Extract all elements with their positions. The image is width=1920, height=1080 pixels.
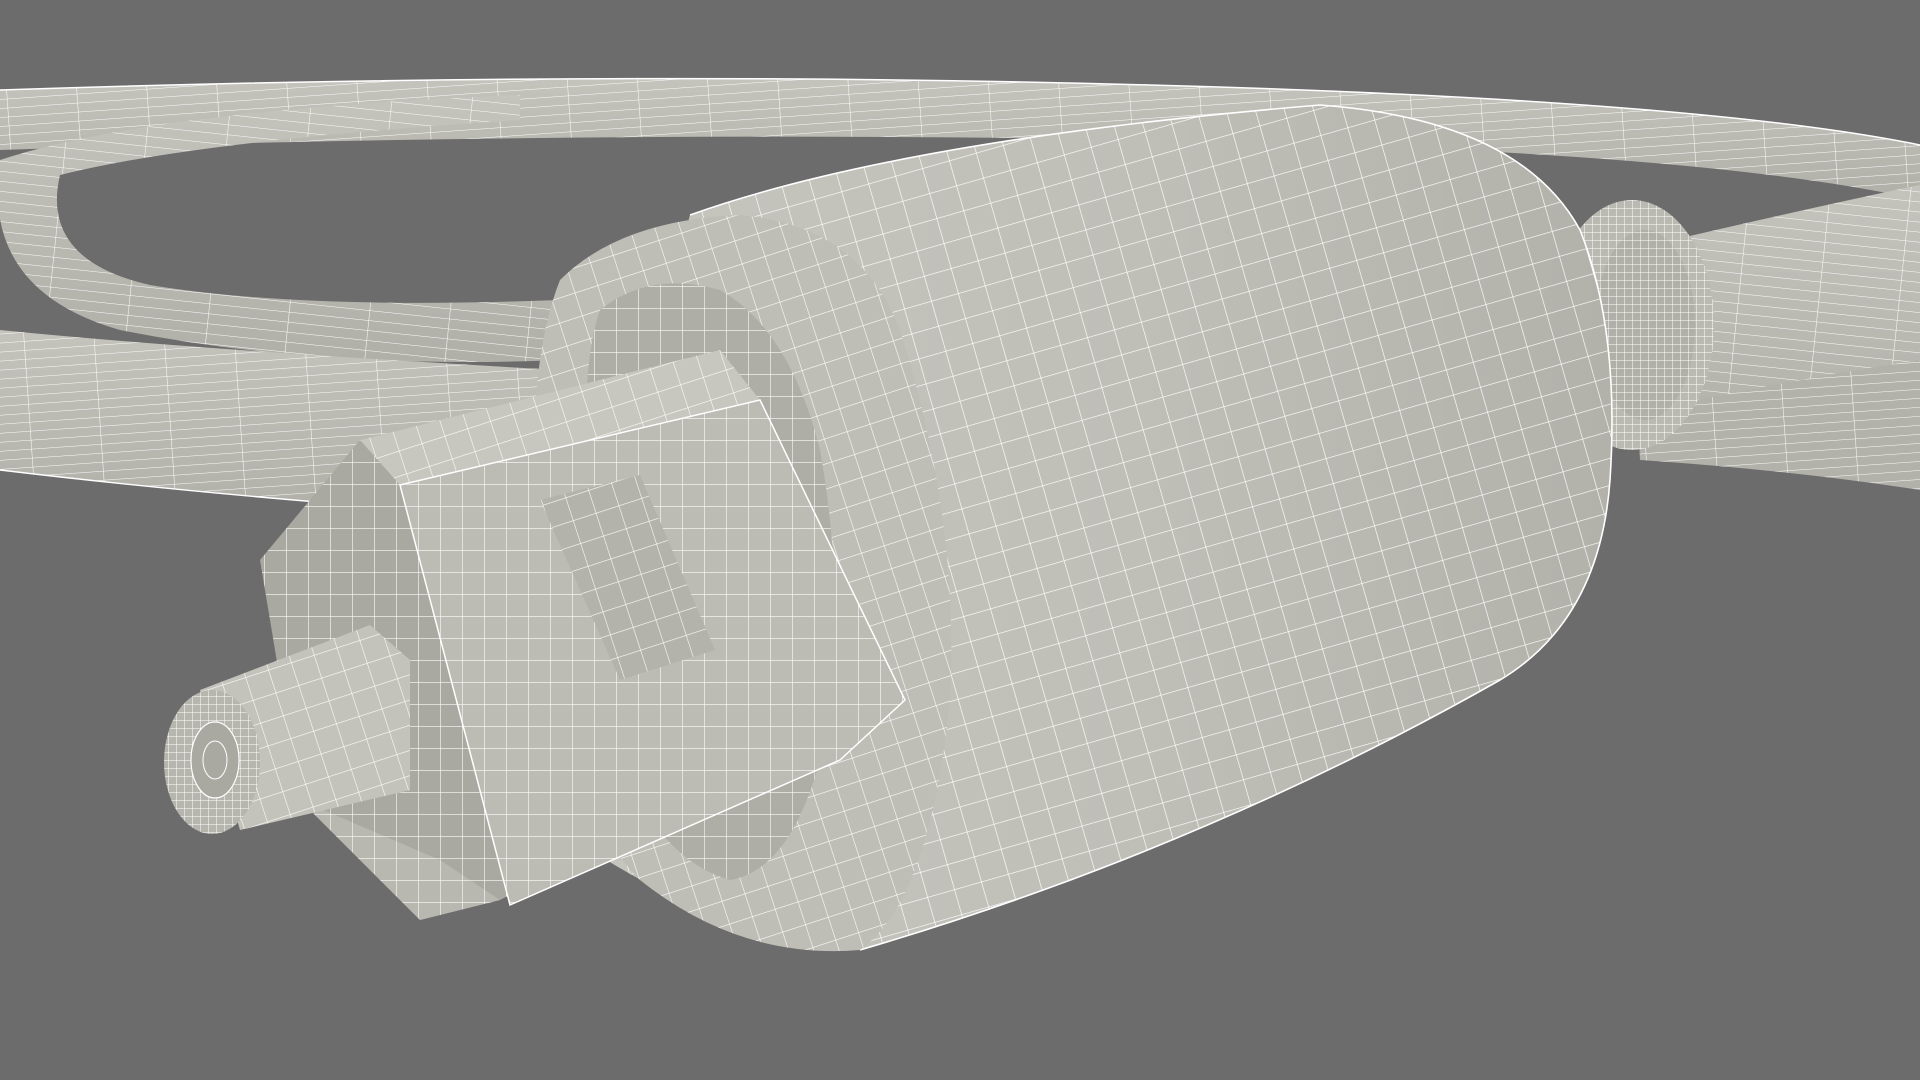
render-viewport xyxy=(0,0,1920,1080)
wireframe-render xyxy=(0,0,1920,1080)
